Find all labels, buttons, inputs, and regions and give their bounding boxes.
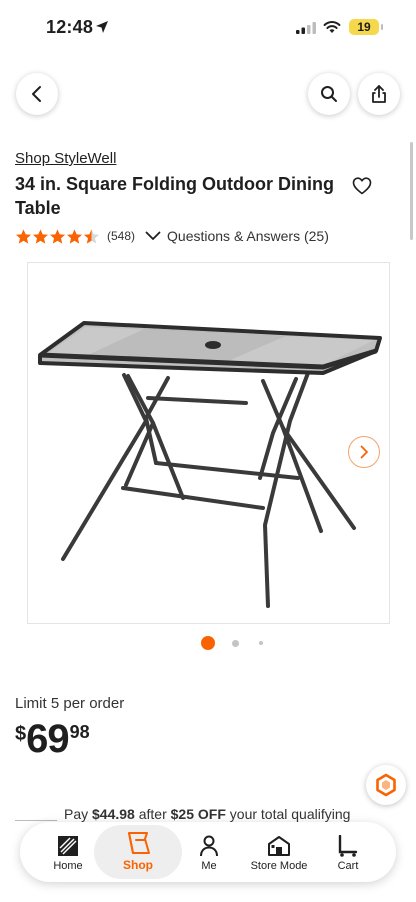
favorite-heart-icon[interactable] xyxy=(352,177,372,195)
cell-signal-icon xyxy=(296,22,316,34)
tab-store-mode[interactable]: Store Mode xyxy=(246,822,312,882)
review-count[interactable]: (548) xyxy=(107,229,135,243)
tab-label: Cart xyxy=(337,860,359,872)
star-icon xyxy=(83,228,100,244)
pagination-dot[interactable] xyxy=(232,640,239,647)
share-icon xyxy=(372,85,386,103)
questions-answers-link[interactable]: Questions & Answers (25) xyxy=(167,228,329,244)
location-arrow-icon xyxy=(96,21,108,33)
star-icon xyxy=(66,228,83,244)
star-icon xyxy=(32,228,49,244)
bottom-tab-bar: Home Shop Me Store Mode Cart xyxy=(20,822,396,882)
scrollbar[interactable] xyxy=(410,142,413,240)
share-button[interactable] xyxy=(358,73,400,115)
back-button[interactable] xyxy=(16,73,58,115)
battery-tip xyxy=(381,24,383,30)
pagination-dot[interactable] xyxy=(259,641,263,645)
price: $ 69 98 xyxy=(15,716,90,762)
home-depot-logo-icon xyxy=(58,836,78,856)
promo-text: Pay $44.98 after $25 OFF your total qual… xyxy=(64,806,350,822)
tab-shop[interactable]: Shop xyxy=(94,825,182,879)
wifi-icon xyxy=(323,21,341,33)
person-icon xyxy=(200,835,218,857)
search-button[interactable] xyxy=(308,73,350,115)
pagination-dot-active[interactable] xyxy=(201,636,215,650)
assistant-hexagon-icon xyxy=(376,773,396,797)
rating-row[interactable]: (548) Questions & Answers (25) xyxy=(15,227,329,245)
star-rating xyxy=(15,228,100,245)
status-time: 12:48 xyxy=(46,17,94,37)
tab-label: Me xyxy=(201,860,217,872)
price-cents: 98 xyxy=(69,722,90,742)
folding-table-illustration xyxy=(38,321,382,608)
promo-middle: after xyxy=(138,806,167,822)
promo-divider xyxy=(15,820,57,821)
star-icon xyxy=(15,228,32,244)
price-currency: $ xyxy=(15,723,27,745)
tab-home[interactable]: Home xyxy=(42,822,94,882)
tab-me[interactable]: Me xyxy=(188,822,230,882)
promo-prefix: Pay xyxy=(64,806,89,822)
promo-amount: $44.98 xyxy=(92,806,135,822)
tab-label: Home xyxy=(53,860,83,872)
promo-suffix: your total qualifying xyxy=(229,806,351,822)
status-bar: 12:48 19 xyxy=(0,0,416,56)
chevron-right-icon xyxy=(360,445,368,459)
star-icon xyxy=(49,228,66,244)
tab-cart[interactable]: Cart xyxy=(328,822,368,882)
chevron-left-icon xyxy=(32,86,41,102)
product-title: 34 in. Square Folding Outdoor Dining Tab… xyxy=(15,174,334,218)
price-dollars: 69 xyxy=(26,717,69,761)
brand-link[interactable]: Shop StyleWell xyxy=(15,150,116,167)
promo-discount: $25 OFF xyxy=(170,806,226,822)
gallery-next-button[interactable] xyxy=(348,436,380,468)
tab-label: Store Mode xyxy=(250,860,308,872)
order-limit: Limit 5 per order xyxy=(15,695,125,712)
cart-icon xyxy=(338,835,358,857)
gallery-pagination[interactable] xyxy=(0,636,416,650)
chevron-down-icon[interactable] xyxy=(145,231,161,241)
tab-label: Shop xyxy=(123,858,153,872)
shop-tag-icon xyxy=(128,832,150,854)
assistant-button[interactable] xyxy=(366,765,406,805)
product-image[interactable] xyxy=(27,262,390,624)
battery-indicator: 19 xyxy=(349,19,379,35)
store-icon xyxy=(268,836,290,856)
search-icon xyxy=(321,86,337,102)
